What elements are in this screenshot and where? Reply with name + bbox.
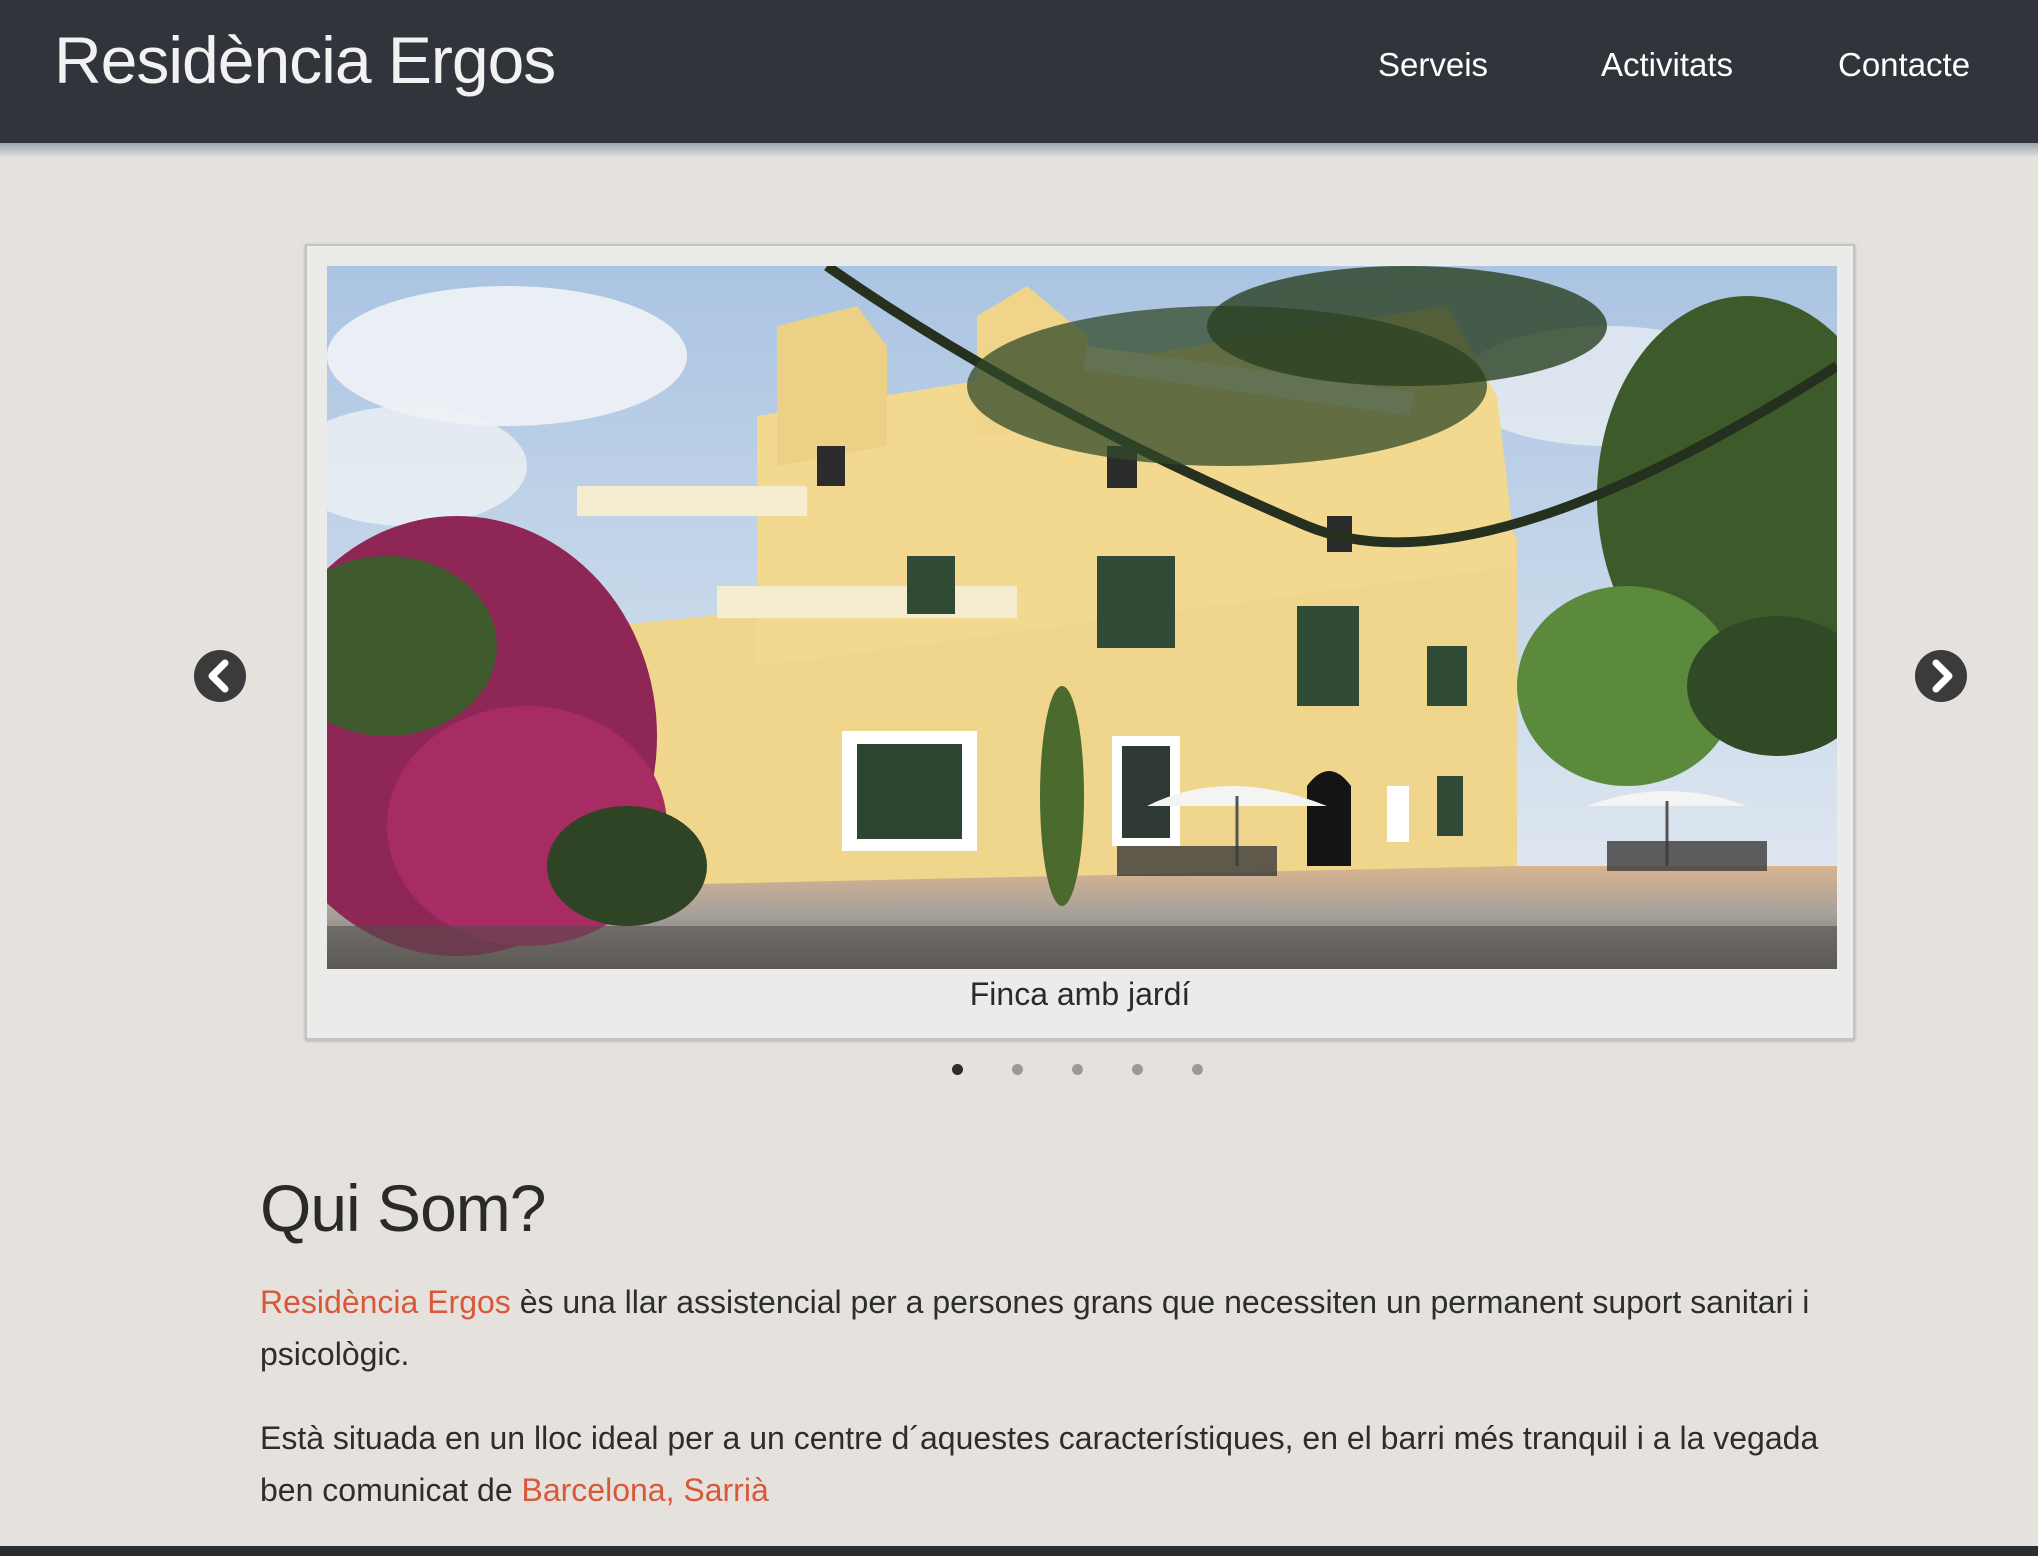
barcelona-sarria-link[interactable]: Barcelona, Sarrià (522, 1472, 769, 1508)
carousel-dot-2[interactable] (1012, 1064, 1023, 1075)
carousel: Finca amb jardí (305, 244, 1855, 1040)
carousel-dot-5[interactable] (1192, 1064, 1203, 1075)
about-paragraph-2-text: Està situada en un lloc ideal per a un c… (260, 1420, 1819, 1508)
carousel-prev-button[interactable] (194, 650, 246, 702)
carousel-dot-3[interactable] (1072, 1064, 1083, 1075)
section-title: Qui Som? (260, 1171, 546, 1245)
nav-serveis[interactable]: Serveis (1378, 46, 1488, 90)
top-navbar: Residència Ergos Serveis Activitats Cont… (0, 0, 2038, 143)
about-paragraph-2: Està situada en un lloc ideal per a un c… (260, 1412, 1880, 1516)
brand-link[interactable]: Residència Ergos (54, 22, 556, 98)
navbar-shadow (0, 143, 2038, 157)
nav-contacte[interactable]: Contacte (1838, 46, 1970, 90)
residencia-ergos-link[interactable]: Residència Ergos (260, 1284, 511, 1320)
nav-activitats[interactable]: Activitats (1601, 46, 1733, 90)
footer-bar (0, 1546, 2038, 1556)
carousel-dot-1[interactable] (952, 1064, 963, 1075)
carousel-next-button[interactable] (1915, 650, 1967, 702)
about-paragraph-1: Residència Ergos ès una llar assistencia… (260, 1276, 1880, 1380)
slide-image-finca (327, 266, 1837, 969)
chevron-left-icon (208, 659, 229, 693)
slide-caption: Finca amb jardí (969, 976, 1191, 1012)
finca-photo (327, 266, 1837, 969)
chevron-right-icon (1932, 659, 1953, 693)
carousel-dot-4[interactable] (1132, 1064, 1143, 1075)
